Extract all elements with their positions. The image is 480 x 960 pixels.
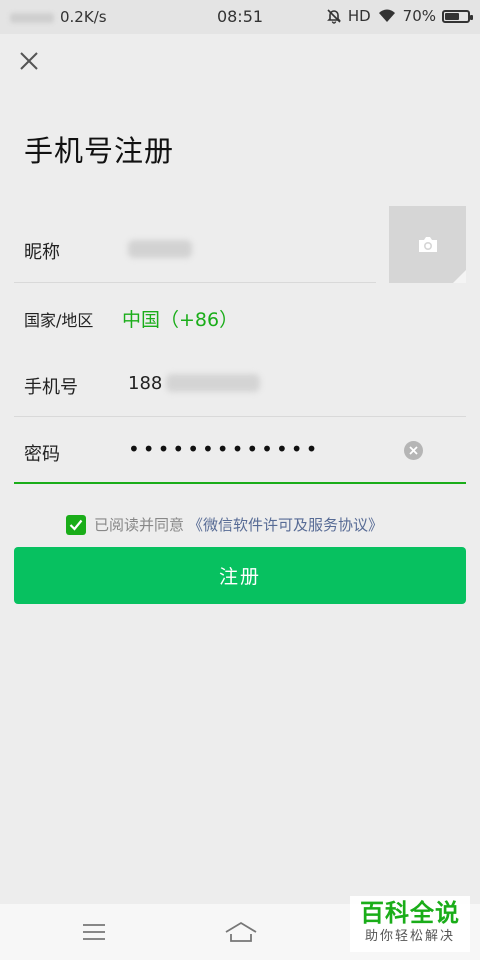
battery-percent: 70% <box>402 7 436 25</box>
password-input[interactable]: ••••••••••••• <box>128 437 320 461</box>
status-bar: 0.2K/s 08:51 HD 70% <box>0 0 480 34</box>
watermark: 百科全说 助你轻松解决 <box>350 896 470 952</box>
agreement-text: 已阅读并同意 <box>94 516 185 534</box>
battery-fill <box>445 12 459 20</box>
agreement-link[interactable]: 《微信软件许可及服务协议》 <box>188 514 383 535</box>
divider <box>14 416 466 417</box>
clear-password-button[interactable] <box>404 441 423 460</box>
page-title: 手机号注册 <box>24 134 175 168</box>
phone-input[interactable]: 188 <box>128 373 162 394</box>
agreement-row: 已阅读并同意 《微信软件许可及服务协议》 <box>66 514 383 535</box>
password-label: 密码 <box>24 444 60 465</box>
checkmark-icon <box>69 519 83 531</box>
battery-icon <box>442 9 473 23</box>
close-button[interactable] <box>16 48 42 74</box>
register-button[interactable]: 注册 <box>14 547 466 604</box>
avatar-upload-button[interactable] <box>389 206 466 283</box>
phone-label: 手机号 <box>24 377 78 398</box>
avatar-corner-mark <box>453 270 466 283</box>
phone-masked-digits <box>166 374 260 392</box>
agreement-checkbox[interactable] <box>66 514 86 535</box>
network-type: HD <box>347 7 371 25</box>
menu-icon <box>83 924 105 940</box>
home-icon <box>225 921 257 942</box>
nickname-label: 昵称 <box>24 242 60 263</box>
watermark-subtitle: 助你轻松解决 <box>364 929 455 944</box>
country-selector[interactable]: 中国（+86） <box>122 305 238 332</box>
nav-home-button[interactable] <box>224 920 258 944</box>
wifi-icon <box>378 9 395 22</box>
status-right: HD 70% <box>326 7 473 25</box>
nav-menu-button[interactable] <box>82 923 106 941</box>
camera-icon <box>419 237 437 252</box>
divider <box>14 282 376 283</box>
close-icon <box>20 52 38 70</box>
watermark-title: 百科全说 <box>360 899 460 927</box>
country-label: 国家/地区 <box>24 311 94 330</box>
password-focus-underline <box>14 482 466 484</box>
nickname-input[interactable] <box>128 240 192 258</box>
clear-icon <box>404 441 423 460</box>
bell-off-icon <box>326 9 341 24</box>
